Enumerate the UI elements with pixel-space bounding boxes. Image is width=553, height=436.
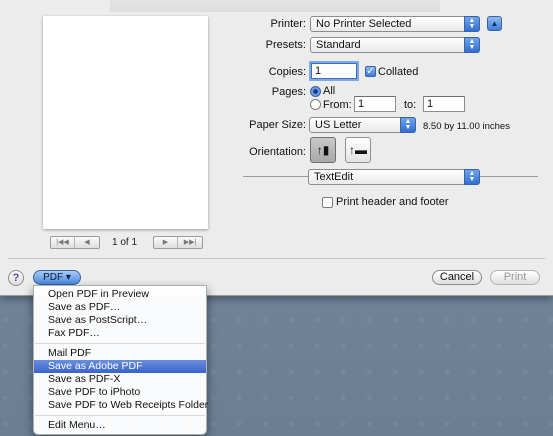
paper-size-value: US Letter	[315, 119, 362, 131]
menu-item-save-pdf-to-web-receipts[interactable]: Save PDF to Web Receipts Folder	[34, 399, 208, 412]
landscape-orientation-button[interactable]: ↑▬	[345, 137, 371, 163]
bottom-divider	[8, 258, 545, 259]
menu-item-open-pdf-in-preview[interactable]: Open PDF in Preview	[34, 288, 206, 301]
menu-item-save-as-postscript[interactable]: Save as PostScript…	[34, 314, 206, 327]
page-preview	[43, 16, 208, 229]
menu-item-mail-pdf[interactable]: Mail PDF	[34, 347, 206, 360]
preview-pane: |◀◀ ◀ 1 of 1 ▶ ▶▶|	[0, 0, 248, 258]
paper-size-label: Paper Size:	[249, 119, 306, 131]
preview-back-controls: |◀◀ ◀	[50, 236, 100, 249]
landscape-icon: ↑▬	[349, 143, 367, 157]
printer-label: Printer:	[270, 18, 306, 30]
header-footer-label: Print header and footer	[336, 196, 449, 208]
previous-page-button[interactable]: ◀	[75, 237, 99, 248]
header-footer-checkbox[interactable]	[322, 197, 333, 208]
last-page-button[interactable]: ▶▶|	[178, 237, 202, 248]
preview-forward-controls: ▶ ▶▶|	[153, 236, 203, 249]
menu-item-fax-pdf[interactable]: Fax PDF…	[34, 327, 206, 340]
menu-item-save-pdf-to-iphoto[interactable]: Save PDF to iPhoto	[34, 386, 206, 399]
copies-label: Copies:	[268, 66, 306, 78]
first-page-button[interactable]: |◀◀	[51, 237, 75, 248]
portrait-orientation-button[interactable]: ↑▮	[310, 137, 336, 163]
popup-arrows-icon: ▲ ▼	[464, 37, 480, 53]
section-value: TextEdit	[314, 171, 354, 183]
collated-checkbox[interactable]: ✓	[365, 66, 376, 77]
menu-item-save-as-pdf[interactable]: Save as PDF…	[34, 301, 206, 314]
popup-arrows-icon: ▲ ▼	[464, 16, 480, 32]
disclosure-triangle-button[interactable]: ▲	[487, 16, 502, 31]
pages-from-radio[interactable]	[310, 99, 321, 110]
presets-label: Presets:	[265, 39, 306, 51]
page-indicator: 1 of 1	[112, 237, 138, 248]
cancel-button[interactable]: Cancel	[432, 270, 482, 285]
presets-popup[interactable]: Standard ▲ ▼	[310, 37, 480, 53]
pages-all-label: All	[323, 85, 336, 97]
paper-dimensions: 8.50 by 11.00 inches	[423, 121, 510, 132]
menu-item-edit-menu[interactable]: Edit Menu…	[34, 419, 206, 432]
printer-popup[interactable]: No Printer Selected ▲ ▼	[310, 16, 480, 32]
pages-from-field[interactable]: 1	[354, 96, 396, 112]
presets-value: Standard	[316, 39, 361, 51]
next-page-button[interactable]: ▶	[154, 237, 178, 248]
menu-separator	[35, 415, 205, 416]
portrait-icon: ↑▮	[316, 143, 330, 157]
popup-arrows-icon: ▲ ▼	[464, 169, 480, 185]
pages-from-label: From:	[323, 99, 352, 111]
collated-label: Collated	[378, 66, 419, 78]
print-button[interactable]: Print	[490, 270, 540, 285]
copies-field[interactable]: 1	[311, 63, 357, 79]
pages-all-radio[interactable]	[310, 86, 321, 97]
pdf-menu-button[interactable]: PDF ▾	[33, 270, 81, 285]
menu-separator	[35, 343, 205, 344]
help-button[interactable]: ?	[8, 270, 24, 286]
pages-label: Pages:	[271, 86, 306, 98]
menu-item-save-as-pdf-x[interactable]: Save as PDF-X	[34, 373, 206, 386]
printer-value: No Printer Selected	[316, 18, 412, 30]
print-dialog-sheet: |◀◀ ◀ 1 of 1 ▶ ▶▶| Printer: No Printer S…	[0, 0, 553, 296]
section-popup[interactable]: TextEdit ▲ ▼	[308, 169, 480, 185]
pages-to-field[interactable]: 1	[423, 96, 465, 112]
orientation-label: Orientation:	[249, 146, 306, 158]
paper-size-popup[interactable]: US Letter ▲ ▼	[309, 117, 416, 133]
menu-item-save-as-adobe-pdf[interactable]: Save as Adobe PDF	[34, 360, 206, 373]
pages-to-label: to:	[404, 99, 417, 111]
popup-arrows-icon: ▲ ▼	[400, 117, 416, 133]
pdf-dropdown-menu: Open PDF in Preview Save as PDF… Save as…	[33, 285, 208, 435]
